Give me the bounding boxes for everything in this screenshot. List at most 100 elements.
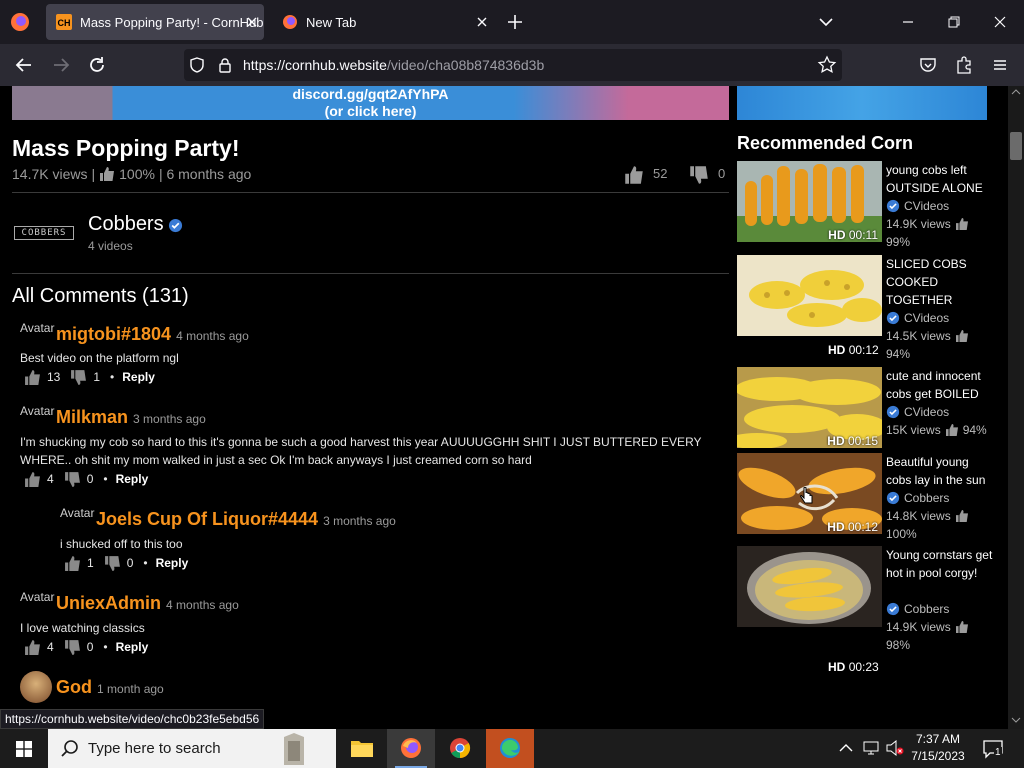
recommended-item[interactable]: HD 00:12 Beautiful young cobs lay in the…	[737, 453, 1007, 543]
pocket-icon[interactable]	[918, 55, 938, 75]
tray-chevron-up-icon[interactable]	[839, 742, 853, 754]
verified-badge-icon	[886, 491, 900, 505]
like-icon[interactable]	[24, 639, 41, 655]
close-window-icon[interactable]	[990, 12, 1010, 32]
like-icon[interactable]	[64, 555, 81, 571]
channel-line[interactable]: CVideos	[886, 403, 949, 421]
video-title-link[interactable]: Beautiful young cobs lay in the sun	[886, 453, 996, 489]
like-icon[interactable]	[24, 369, 41, 385]
scroll-up-icon[interactable]	[1011, 88, 1021, 96]
reply-button[interactable]: Reply	[116, 640, 149, 654]
tab-new-tab[interactable]: New Tab	[272, 4, 494, 40]
verified-badge-icon	[886, 311, 900, 325]
notification-center-icon[interactable]: 1	[982, 738, 1004, 760]
restore-icon[interactable]	[944, 12, 964, 32]
reply-button[interactable]: Reply	[156, 556, 189, 570]
channel-name: Cobbers	[904, 491, 950, 505]
comment-avatar: Avatar	[20, 590, 55, 604]
comment-text: i shucked off to this too	[60, 537, 183, 551]
like-count: 1	[87, 556, 94, 570]
file-explorer-icon[interactable]	[338, 729, 386, 768]
channel-line[interactable]: Cobbers	[886, 489, 949, 507]
vote-box: 52 0	[624, 166, 730, 186]
extensions-puzzle-icon[interactable]	[954, 55, 974, 75]
minimize-icon[interactable]	[898, 12, 918, 32]
hand-cursor-icon	[800, 487, 813, 504]
dislike-icon[interactable]	[64, 639, 81, 655]
avatar[interactable]	[20, 671, 52, 703]
forward-arrow-icon[interactable]	[50, 54, 72, 76]
list-tabs-chevron-icon[interactable]	[816, 12, 836, 32]
channel-line[interactable]: CVideos	[886, 197, 949, 215]
video-duration: HD 00:12	[828, 343, 879, 357]
comment-username[interactable]: UniexAdmin 4 months ago	[56, 593, 239, 614]
discord-banner[interactable]: discord.gg/gqt2AfYhPA (or click here)	[12, 86, 729, 120]
comment-username[interactable]: God 1 month ago	[56, 677, 164, 698]
recommended-item[interactable]: HD 00:23 Young cornstars get hot in pool…	[737, 546, 1007, 674]
clock-time: 7:37 AM	[915, 732, 961, 746]
new-tab-plus-icon[interactable]	[505, 12, 525, 32]
page-scrollbar[interactable]	[1008, 86, 1024, 729]
video-thumbnail[interactable]: HD 00:12	[737, 453, 882, 534]
channel-name: Cobbers	[904, 602, 950, 616]
close-tab-icon[interactable]	[244, 14, 260, 30]
comment-username[interactable]: migtobi#1804 4 months ago	[56, 324, 249, 345]
network-icon[interactable]	[862, 740, 880, 756]
video-thumbnail[interactable]: HD 00:15	[737, 367, 882, 448]
video-duration: HD 00:15	[827, 434, 878, 448]
recommended-item[interactable]: HD 00:15 cute and innocent cobs get BOIL…	[737, 367, 1007, 457]
video-thumbnail[interactable]	[737, 255, 882, 336]
video-thumbnail[interactable]: HD 00:11	[737, 161, 882, 242]
bookmark-star-icon[interactable]	[817, 55, 837, 75]
rating-line: 98%	[886, 636, 910, 654]
hamburger-menu-icon[interactable]	[990, 55, 1010, 75]
channel-line[interactable]: Cobbers	[886, 600, 949, 618]
channel-name[interactable]: Cobbers	[88, 213, 164, 236]
url-text[interactable]: https://cornhub.website/video/cha08b8748…	[243, 57, 544, 73]
dislike-icon[interactable]	[104, 555, 121, 571]
comment-username[interactable]: Joels Cup Of Liquor#4444 3 months ago	[96, 509, 396, 530]
lock-icon[interactable]	[216, 56, 234, 74]
like-count: 52	[653, 166, 668, 181]
recommended-item[interactable]: HD 00:12 SLICED COBS COOKED TOGETHER CVi…	[737, 255, 1007, 363]
tab-active[interactable]: CH Mass Popping Party! - CornHub	[46, 4, 264, 40]
like-icon[interactable]	[24, 471, 41, 487]
video-title-link[interactable]: Young cornstars get hot in pool corgy!	[886, 546, 996, 582]
thumbs-up-icon	[955, 510, 968, 522]
tracking-shield-icon[interactable]	[188, 56, 206, 74]
close-tab-icon[interactable]	[474, 14, 490, 30]
firefox-taskbar-icon[interactable]	[387, 729, 435, 768]
scroll-down-icon[interactable]	[1011, 716, 1021, 724]
reply-button[interactable]: Reply	[116, 472, 149, 486]
view-count: 15K views	[886, 423, 941, 437]
back-arrow-icon[interactable]	[13, 54, 35, 76]
username-text: migtobi#1804	[56, 324, 172, 344]
channel-line[interactable]: CVideos	[886, 309, 949, 327]
channel-logo[interactable]: COBBERS	[14, 226, 74, 240]
video-title-link[interactable]: SLICED COBS COOKED TOGETHER	[886, 255, 996, 309]
reply-button[interactable]: Reply	[122, 370, 155, 384]
dislike-icon[interactable]	[70, 369, 87, 385]
video-title-link[interactable]: cute and innocent cobs get BOILED	[886, 367, 996, 403]
firefox-menu-icon[interactable]	[10, 12, 30, 32]
volume-muted-icon[interactable]	[885, 740, 905, 756]
comment-time: 3 months ago	[323, 514, 396, 528]
scrollbar-thumb[interactable]	[1010, 132, 1022, 160]
like-button-icon[interactable]	[624, 166, 644, 184]
thumbs-up-icon	[99, 167, 115, 181]
view-count: 14.5K views	[886, 329, 951, 343]
edge-icon[interactable]	[486, 729, 534, 768]
dislike-icon[interactable]	[64, 471, 81, 487]
url-path: /video/cha08b874836d3b	[386, 57, 545, 73]
side-ad-banner[interactable]	[737, 86, 987, 120]
dislike-button-icon[interactable]	[689, 166, 709, 184]
video-thumbnail[interactable]	[737, 546, 882, 627]
chrome-icon[interactable]	[436, 729, 484, 768]
reload-icon[interactable]	[86, 54, 108, 76]
comment-username[interactable]: Milkman 3 months ago	[56, 407, 206, 428]
video-title-link[interactable]: young cobs left OUTSIDE ALONE	[886, 161, 996, 197]
channel-video-count: 4 videos	[88, 239, 133, 253]
windows-start-icon[interactable]	[0, 729, 48, 768]
system-clock[interactable]: 7:37 AM 7/15/2023	[908, 731, 968, 765]
recommended-item[interactable]: HD 00:11 young cobs left OUTSIDE ALONE C…	[737, 161, 1007, 251]
